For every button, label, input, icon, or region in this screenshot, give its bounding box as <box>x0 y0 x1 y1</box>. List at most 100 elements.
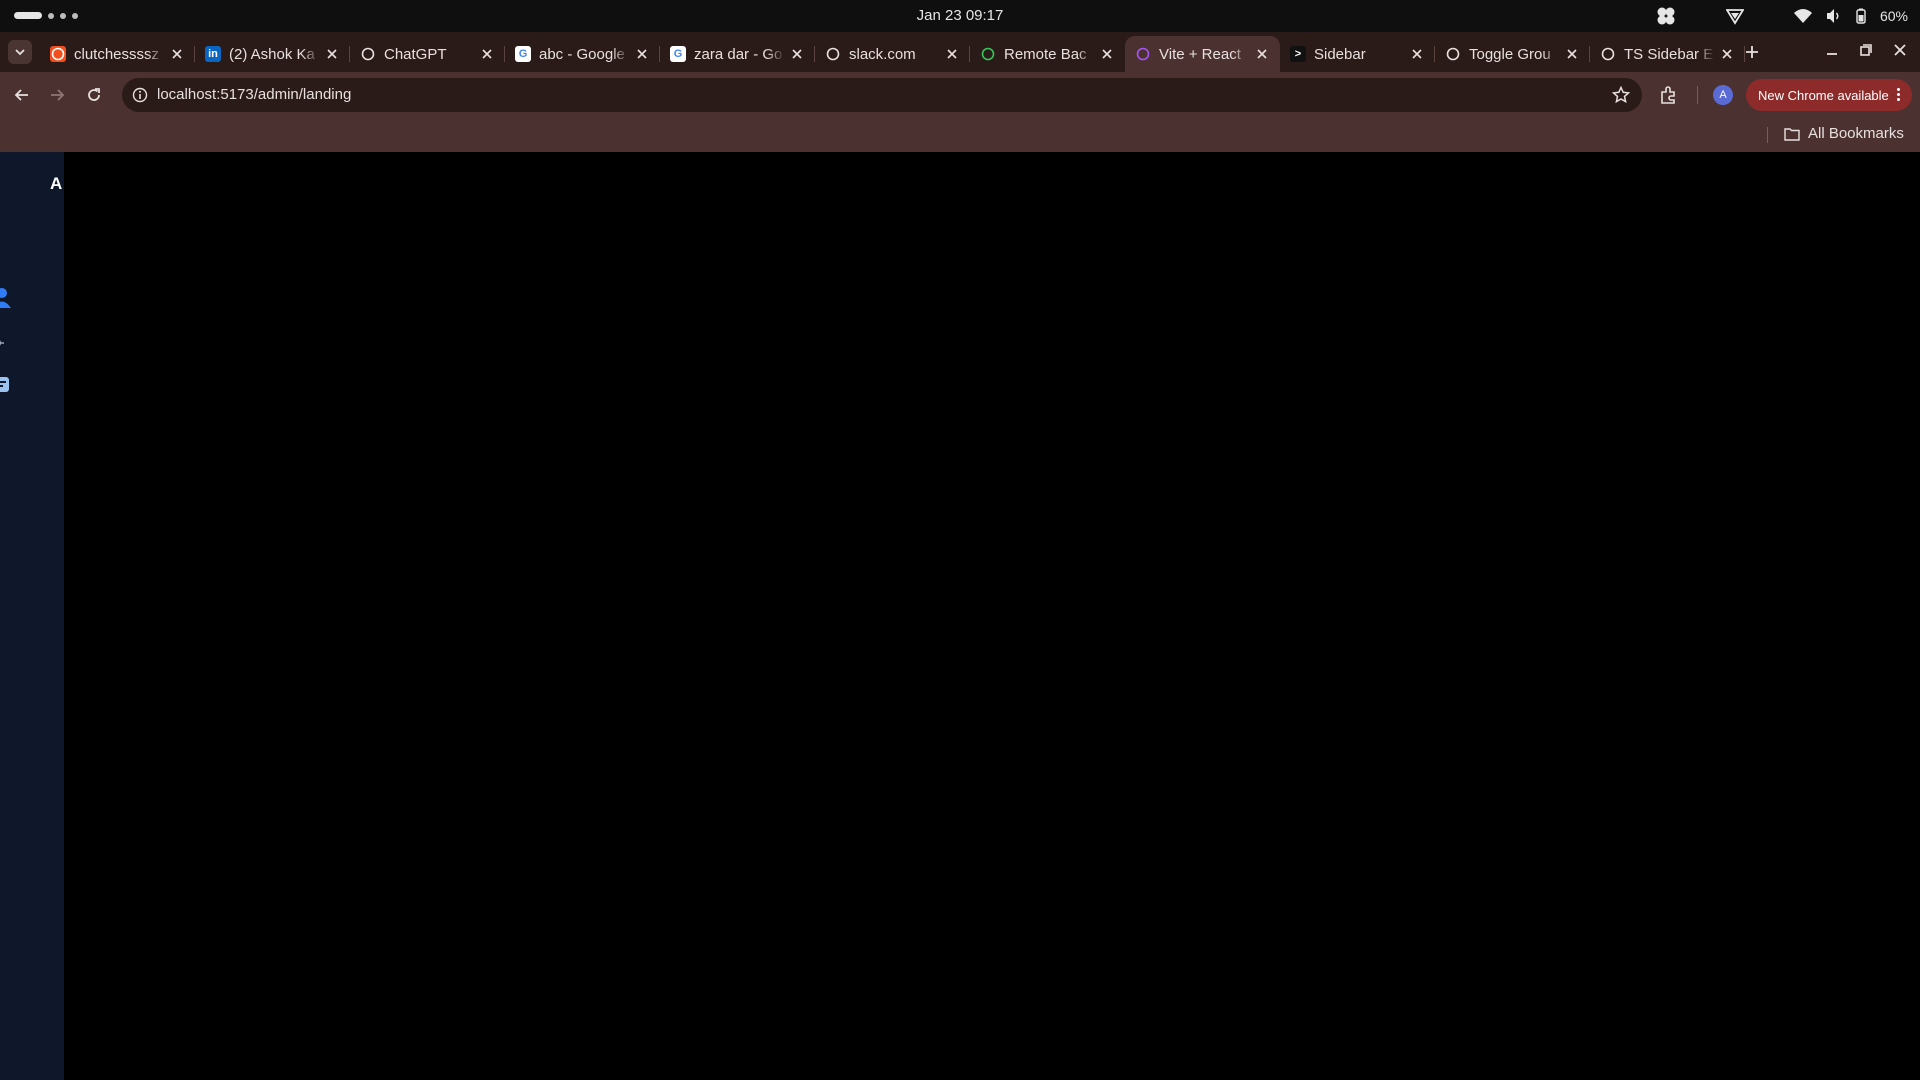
close-tab-icon[interactable] <box>1099 46 1115 62</box>
clock[interactable]: Jan 23 09:17 <box>917 7 1004 24</box>
info-icon <box>132 87 148 103</box>
tab-title: clutchessssz <box>74 45 160 63</box>
tab-title: TS Sidebar E <box>1624 45 1714 63</box>
activities-indicator[interactable] <box>14 12 78 19</box>
window-controls <box>1824 42 1908 58</box>
system-tray[interactable]: 60% <box>1656 6 1908 26</box>
close-tab-icon[interactable] <box>1719 46 1735 62</box>
close-window-button[interactable] <box>1892 42 1908 58</box>
tab-title: zara dar - Go <box>694 45 783 63</box>
os-top-bar: Jan 23 09:17 60% <box>0 0 1920 32</box>
terminal-icon: > <box>1290 46 1306 62</box>
tab-8[interactable]: Vite + React <box>1125 36 1280 72</box>
forward-button[interactable] <box>45 83 69 107</box>
reload-button[interactable] <box>82 83 106 107</box>
close-tab-icon[interactable] <box>789 46 805 62</box>
restore-button[interactable] <box>1858 42 1874 58</box>
tab-4[interactable]: Gabc - Google <box>505 36 660 72</box>
tab-title: Toggle Grou <box>1469 45 1551 63</box>
user-icon[interactable] <box>0 287 12 309</box>
chevron-down-icon <box>15 49 25 56</box>
reload-icon <box>88 88 100 101</box>
vite-icon <box>1135 46 1151 62</box>
globe-icon <box>825 46 841 62</box>
workspace-dot <box>60 12 66 19</box>
tab-5[interactable]: Gzara dar - Go <box>660 36 815 72</box>
favicon-letter: in <box>208 48 218 60</box>
tab-6[interactable]: slack.com <box>815 36 970 72</box>
tab-3[interactable]: ChatGPT <box>350 36 505 72</box>
update-chrome-button[interactable]: New Chrome available <box>1746 79 1912 111</box>
workspace-dot <box>48 12 54 19</box>
wifi-icon[interactable] <box>1793 8 1812 24</box>
linkedin-icon: in <box>205 46 221 62</box>
restore-icon <box>1860 44 1872 56</box>
all-bookmarks-button[interactable]: All Bookmarks <box>1784 125 1904 142</box>
app-sidebar: A <box>0 152 64 1080</box>
close-tab-icon[interactable] <box>944 46 960 62</box>
site-info-button[interactable] <box>130 85 150 105</box>
address-bar[interactable]: localhost:5173/admin/landing <box>122 78 1642 112</box>
all-bookmarks-label: All Bookmarks <box>1808 125 1904 142</box>
tab-search-button[interactable] <box>8 40 32 64</box>
page-viewport: A <box>0 152 1920 1080</box>
update-chrome-label: New Chrome available <box>1758 87 1889 103</box>
tab-title: Vite + React <box>1159 45 1241 63</box>
volume-icon[interactable] <box>1826 8 1842 24</box>
plus-icon <box>1746 46 1758 58</box>
settings-icon[interactable] <box>0 332 12 354</box>
tab-1[interactable]: clutchessssz <box>40 36 195 72</box>
close-tab-icon[interactable] <box>1564 46 1580 62</box>
remote-icon <box>980 46 996 62</box>
tab-title: ChatGPT <box>384 45 447 63</box>
tab-title: Remote Bac <box>1004 45 1087 63</box>
google-icon: G <box>515 46 531 62</box>
kebab-menu-icon <box>1897 88 1900 101</box>
bookmarks-bar: All Bookmarks <box>0 118 1920 152</box>
minimize-button[interactable] <box>1824 42 1840 58</box>
new-tab-button[interactable] <box>1742 42 1762 62</box>
tab-9[interactable]: > Sidebar <box>1280 36 1435 72</box>
slash-icon <box>1445 46 1461 62</box>
figma-icon <box>50 46 66 62</box>
bookmarks-divider <box>1767 127 1768 143</box>
chatgpt-icon <box>1600 46 1616 62</box>
message-icon[interactable] <box>0 374 12 396</box>
favicon-letter: G <box>518 48 528 60</box>
vpn-icon[interactable] <box>1725 7 1744 25</box>
chatgpt-icon <box>360 46 376 62</box>
minimize-icon <box>1827 53 1837 55</box>
app-grid-icon[interactable] <box>1656 6 1676 26</box>
close-tab-icon[interactable] <box>634 46 650 62</box>
tab-title: Sidebar <box>1314 45 1366 63</box>
profile-avatar[interactable]: A <box>1713 85 1733 105</box>
tab-list: clutchessssz in (2) Ashok Ka ChatGPT Gabc - … <box>40 36 1745 72</box>
tab-7[interactable]: Remote Bac <box>970 36 1125 72</box>
back-button[interactable] <box>10 83 34 107</box>
workspace-active-pill <box>14 12 42 19</box>
tab-10[interactable]: Toggle Grou <box>1435 36 1590 72</box>
close-icon <box>1894 44 1906 56</box>
app-main-content <box>64 152 1920 1080</box>
close-tab-icon[interactable] <box>479 46 495 62</box>
google-icon: G <box>670 46 686 62</box>
tab-strip: clutchessssz in (2) Ashok Ka ChatGPT Gabc - … <box>0 32 1920 72</box>
close-tab-icon[interactable] <box>1409 46 1425 62</box>
tab-2[interactable]: in (2) Ashok Ka <box>195 36 350 72</box>
favicon-letter: G <box>673 48 683 60</box>
tab-title: (2) Ashok Ka <box>229 45 315 63</box>
extensions-puzzle-icon[interactable] <box>1658 84 1680 106</box>
close-tab-icon[interactable] <box>169 46 185 62</box>
battery-percent: 60% <box>1879 8 1908 24</box>
tab-11[interactable]: TS Sidebar E <box>1590 36 1745 72</box>
battery-icon[interactable] <box>1856 8 1866 24</box>
app-logo[interactable]: A <box>50 174 62 194</box>
bookmark-star-icon[interactable] <box>1612 86 1630 104</box>
arrow-left-icon <box>14 89 28 101</box>
favicon-letter: > <box>1294 48 1302 60</box>
url-text[interactable]: localhost:5173/admin/landing <box>157 86 351 103</box>
workspace-dot <box>72 12 78 19</box>
close-tab-icon[interactable] <box>324 46 340 62</box>
close-tab-icon[interactable] <box>1254 46 1270 62</box>
toolbar-divider <box>1697 86 1698 104</box>
